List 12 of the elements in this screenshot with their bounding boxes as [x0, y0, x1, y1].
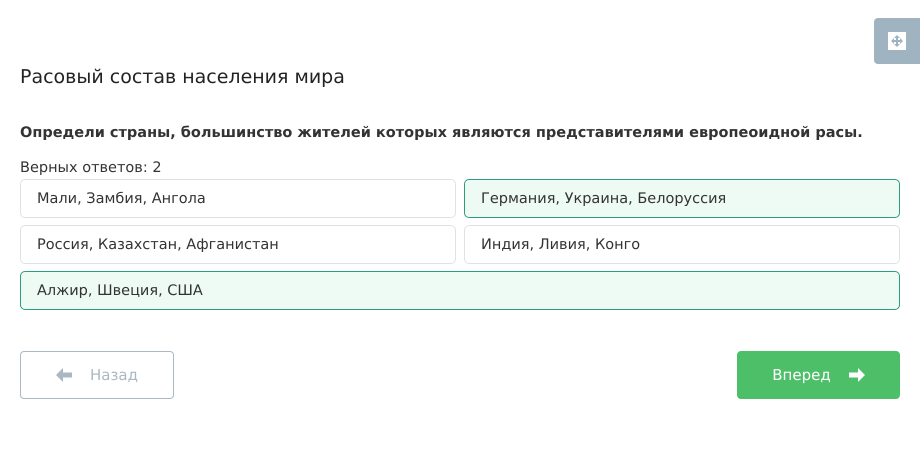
expand-icon [885, 29, 909, 53]
arrow-left-icon [56, 368, 72, 382]
answer-option[interactable]: Германия, Украина, Белоруссия [464, 179, 900, 218]
question-text: Определи страны, большинство жителей которых являются представителями европеоидной расы. [20, 124, 864, 143]
answer-option[interactable]: Мали, Замбия, Ангола [20, 179, 456, 218]
fullscreen-button[interactable] [874, 18, 920, 64]
page-title: Расовый состав населения мира [20, 65, 346, 90]
arrow-right-icon [848, 368, 865, 382]
answer-option[interactable]: Индия, Ливия, Конго [464, 225, 900, 264]
answer-count: Верных ответов: 2 [20, 159, 163, 177]
answer-option[interactable]: Россия, Казахстан, Афганистан [20, 225, 456, 264]
answer-option[interactable]: Алжир, Швеция, США [20, 271, 900, 310]
